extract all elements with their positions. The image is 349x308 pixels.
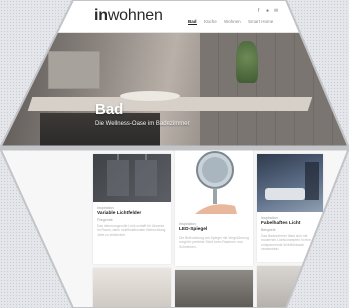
hero-banner: Bad Die Wellness-Oase im Badezimmer xyxy=(0,33,349,148)
card-image xyxy=(175,148,253,218)
card-title[interactable]: LED-Spiegel xyxy=(179,227,207,232)
card-subtitle: Beispiele xyxy=(261,228,276,232)
hero-title: Bad xyxy=(95,101,124,118)
card-subtitle: Fliegende xyxy=(97,218,113,222)
card-category: Inspiration xyxy=(261,216,278,220)
hero-subtitle: Die Wellness-Oase im Badezimmer xyxy=(95,121,190,127)
instagram-icon[interactable]: ● xyxy=(266,8,269,14)
hero-plant xyxy=(236,41,258,83)
logo[interactable]: inwohnen xyxy=(94,7,163,25)
hero-mirror xyxy=(48,51,100,89)
card-category: Inspiration xyxy=(97,206,114,210)
nav-item-smart-home[interactable]: Smart Home xyxy=(248,19,273,24)
card-title[interactable]: Variable Lichtfelder xyxy=(97,211,141,216)
facebook-icon[interactable]: f xyxy=(258,8,259,14)
card-text: Die Beleuchtung am Spiegel mit Vergrößer… xyxy=(179,236,249,249)
hero-sink xyxy=(120,91,180,101)
nav-item-wohnen[interactable]: Wohnen xyxy=(224,19,241,24)
article-card-partial[interactable] xyxy=(175,270,253,308)
shower-icon xyxy=(107,154,157,196)
article-card[interactable]: Inspiration Variable Lichtfelder Fliegen… xyxy=(93,154,171,264)
mirror-icon xyxy=(195,151,237,214)
card-text: Das stimmungsvolle Licht schafft für Akz… xyxy=(97,224,167,237)
article-card[interactable]: Inspiration LED-Spiegel Die Beleuchtung … xyxy=(175,148,253,266)
bathtub-icon xyxy=(265,162,319,200)
card-title[interactable]: Fabelhaftes Licht xyxy=(261,221,300,226)
card-image xyxy=(257,154,323,212)
hero-basin xyxy=(40,113,160,148)
card-category: Inspiration xyxy=(179,222,196,226)
hexagon-frame: inwohnen Bad Küche Wohnen Smart Home f ●… xyxy=(0,0,349,308)
article-card-partial[interactable] xyxy=(93,268,171,308)
mail-icon[interactable]: ✉ xyxy=(274,8,278,14)
nav-item-kueche[interactable]: Küche xyxy=(204,19,217,24)
card-image xyxy=(93,154,171,202)
nav-item-bad[interactable]: Bad xyxy=(188,19,197,25)
